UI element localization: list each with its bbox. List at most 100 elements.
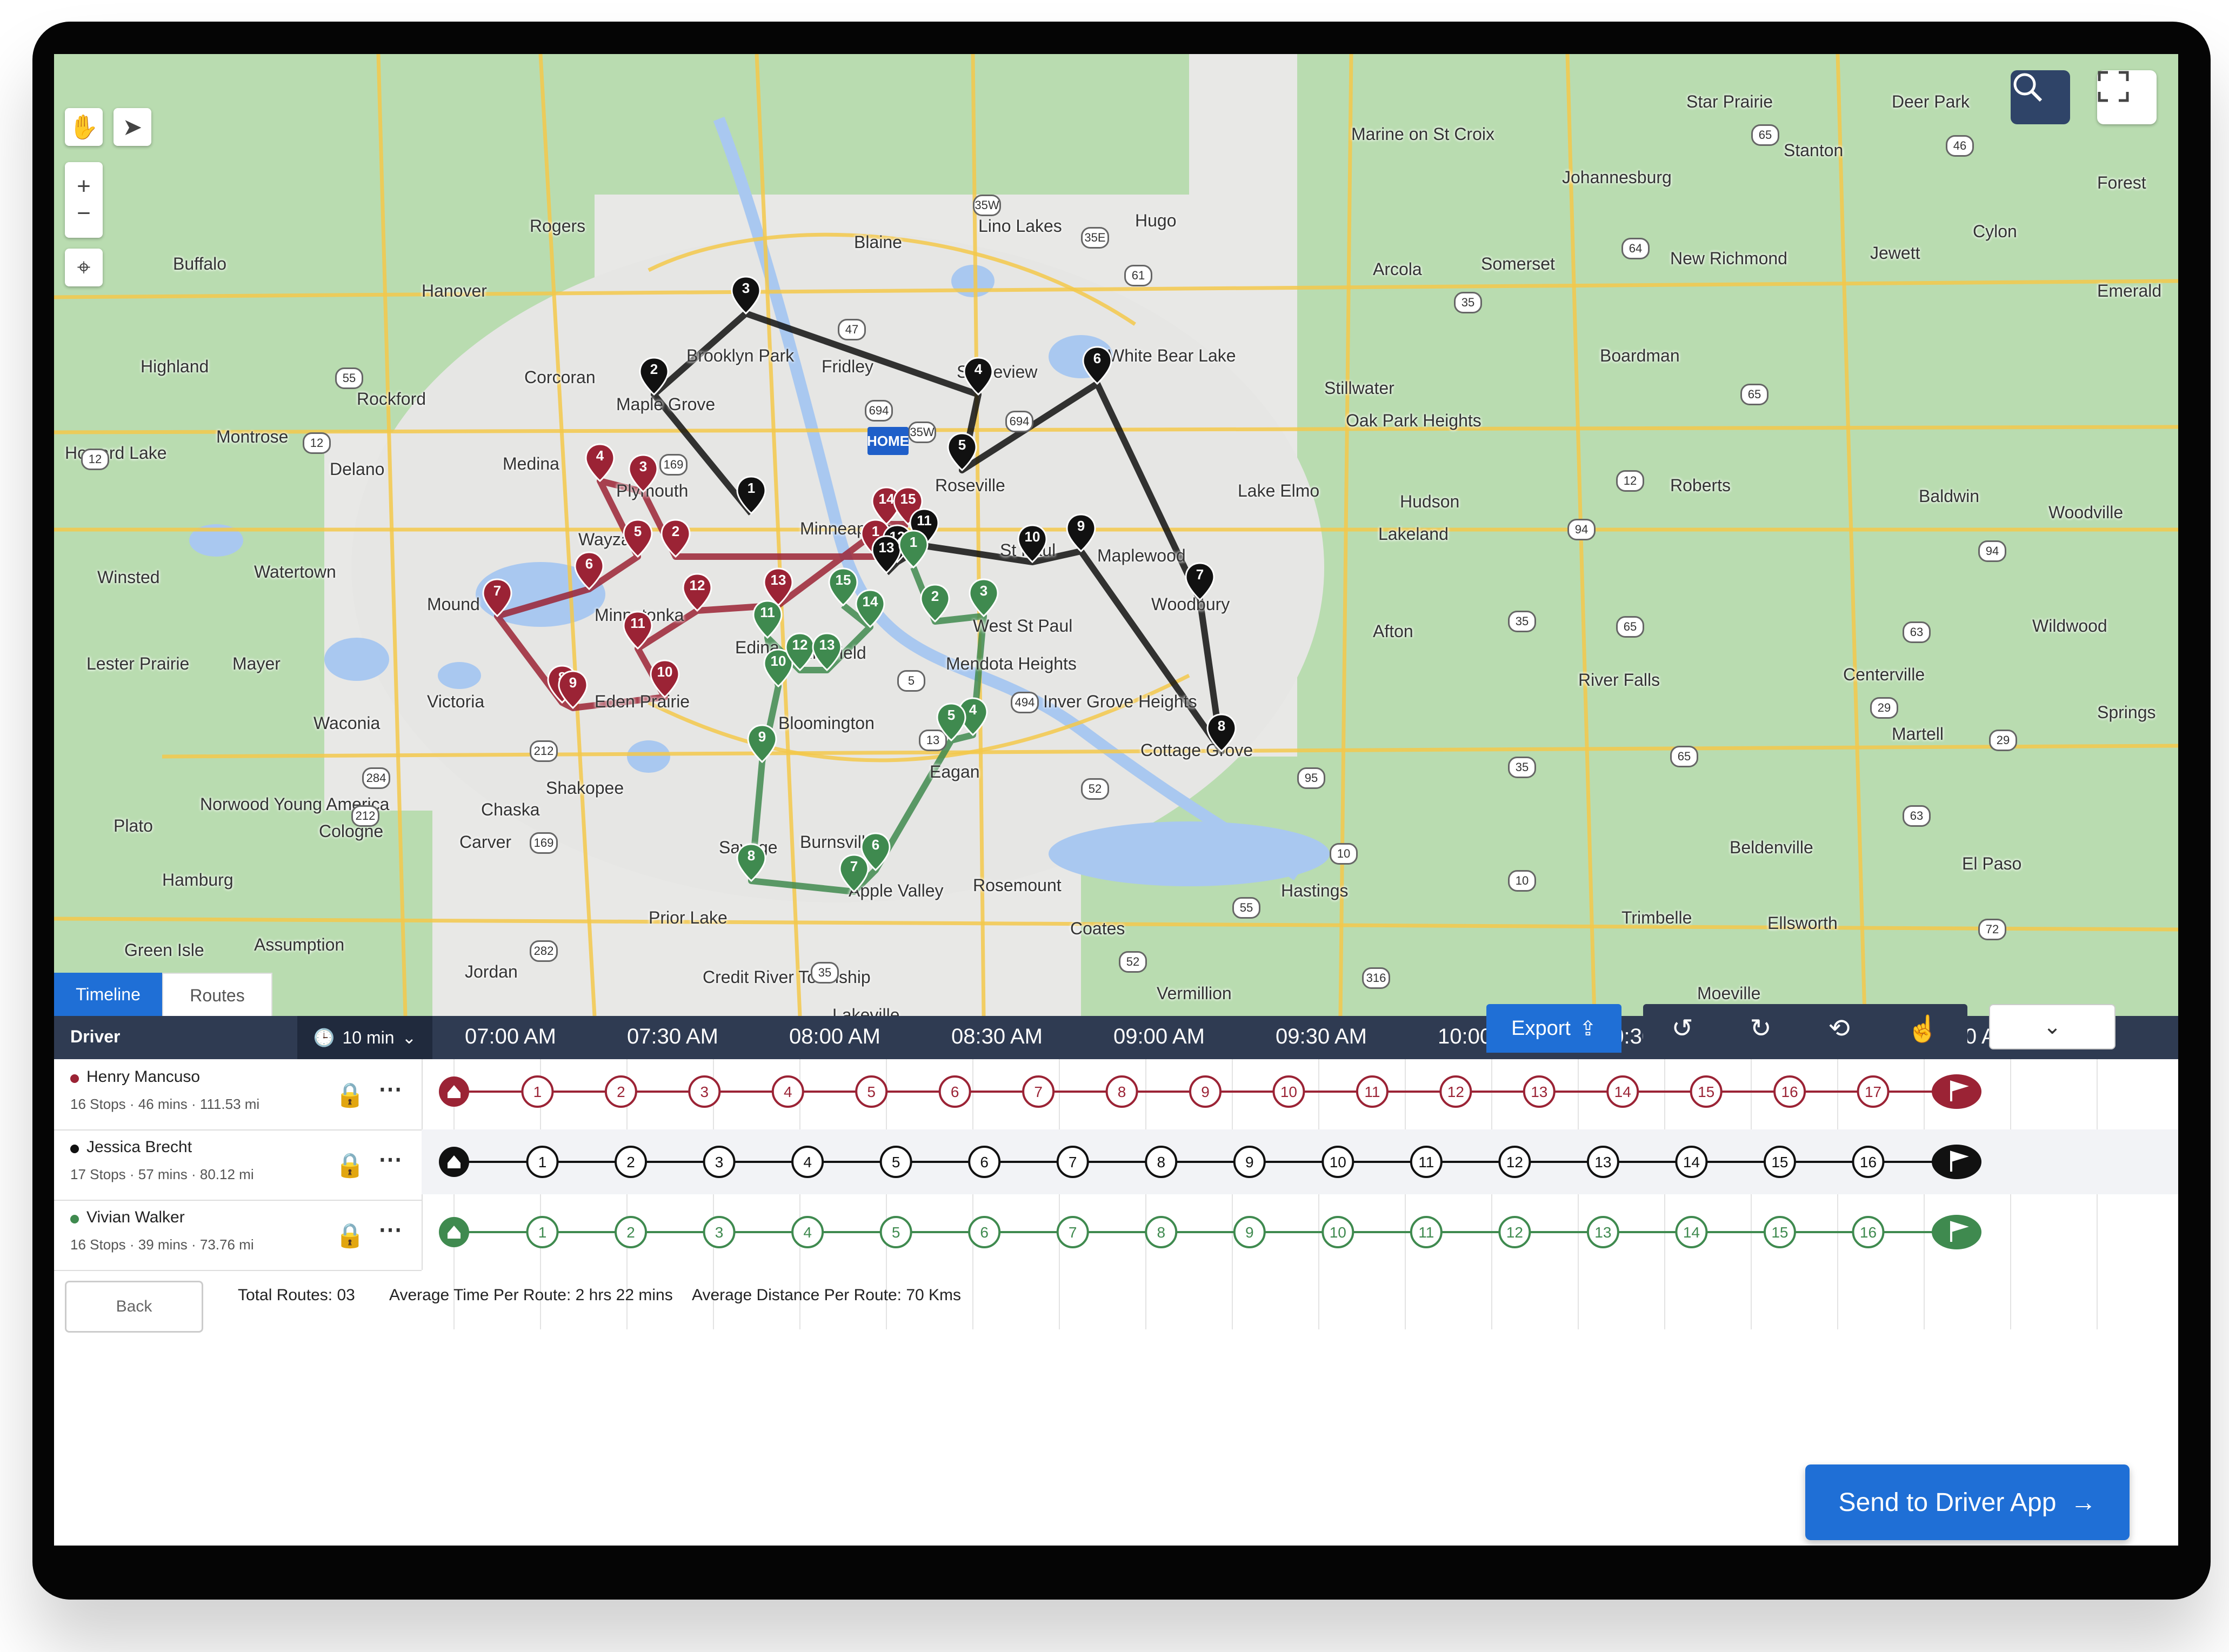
map-stop-pin[interactable]: 4	[584, 443, 616, 482]
driver-row[interactable]: Jessica Brecht 17 Stops · 57 mins · 80.12…	[54, 1129, 422, 1201]
town-label: Howard Lake	[65, 443, 167, 463]
more-options-icon[interactable]: ⋯	[378, 1216, 402, 1243]
locate-icon[interactable]: ⌖	[65, 249, 103, 286]
collapse-panel-button[interactable]: ⌄	[1989, 1004, 2115, 1049]
map-stop-pin[interactable]: 2	[638, 357, 670, 396]
town-label: Medina	[503, 454, 559, 473]
map-stop-pin[interactable]: 4	[963, 357, 994, 396]
town-label: Cylon	[1973, 222, 2017, 241]
lock-icon[interactable]: 🔒	[335, 1151, 365, 1179]
finish-flag-icon[interactable]	[1932, 1145, 1981, 1179]
finish-flag-icon[interactable]	[1932, 1074, 1981, 1109]
map-stop-pin[interactable]: 8	[1206, 713, 1237, 752]
undo-icon[interactable]: ↺	[1671, 1013, 1693, 1044]
map-stop-pin[interactable]: 1	[736, 476, 767, 514]
map-stop-pin[interactable]: 11	[622, 611, 653, 650]
touch-gesture-icon[interactable]: ☝	[1907, 1013, 1939, 1044]
map-stop-pin[interactable]: 7	[838, 854, 870, 893]
timeline-stop-number: 14	[1683, 1154, 1700, 1171]
pin-number: 10	[1024, 529, 1040, 545]
average-distance-value: 70 Kms	[906, 1286, 962, 1304]
send-to-driver-app-button[interactable]: Send to Driver App →	[1805, 1464, 2130, 1540]
town-label: Bloomington	[778, 713, 875, 733]
lock-icon[interactable]: 🔒	[335, 1081, 365, 1109]
redo-icon[interactable]: ↻	[1750, 1013, 1772, 1044]
export-button[interactable]: Export ⇪	[1486, 1004, 1621, 1053]
map-stop-pin[interactable]: 5	[946, 432, 978, 471]
history-icon[interactable]: ⟲	[1828, 1013, 1850, 1044]
map-stop-pin[interactable]: 14	[855, 589, 886, 628]
timeline-stop-number: 9	[1245, 1224, 1254, 1241]
highway-shield: 12	[81, 449, 109, 470]
back-button[interactable]: Back	[65, 1281, 203, 1333]
tab-routes[interactable]: Routes	[162, 973, 272, 1018]
town-label: Lakeville	[832, 1005, 900, 1016]
timeline-stop-number: 4	[784, 1084, 792, 1100]
town-label: Hanover	[422, 281, 487, 300]
interval-selector[interactable]: 🕒 10 min ⌄	[297, 1016, 432, 1059]
map-stop-pin[interactable]: 3	[968, 578, 999, 617]
map-stop-pin[interactable]: 10	[649, 659, 680, 698]
pan-hand-icon[interactable]: ✋	[65, 108, 103, 146]
town-label: Hastings	[1281, 881, 1349, 900]
park-area	[540, 54, 1189, 195]
more-options-icon[interactable]: ⋯	[378, 1146, 402, 1173]
fullscreen-button[interactable]	[2097, 70, 2157, 124]
timeline-stop-number: 12	[1506, 1154, 1523, 1171]
map-stop-pin[interactable]: 3	[730, 276, 762, 315]
town-label: Moeville	[1697, 984, 1761, 1003]
map-stop-pin[interactable]: 9	[746, 724, 778, 763]
map-stop-pin[interactable]: 11	[752, 600, 783, 639]
finish-flag-icon[interactable]	[1932, 1215, 1981, 1249]
zoom-in-button[interactable]: +	[77, 173, 91, 200]
map-stop-pin[interactable]: 2	[660, 519, 691, 558]
zoom-out-button[interactable]: −	[77, 200, 91, 227]
map-stop-pin[interactable]: 15	[827, 567, 859, 606]
timeline-stop-number: 3	[715, 1224, 724, 1241]
map-stop-pin[interactable]: 12	[682, 573, 713, 612]
home-marker[interactable]: HOME	[867, 427, 909, 455]
town-label: Wildwood	[2032, 616, 2107, 636]
highway-shield: 316	[1362, 967, 1390, 989]
clock-icon: 🕒	[313, 1028, 335, 1047]
map-stop-pin[interactable]: 7	[1184, 562, 1216, 601]
export-label: Export	[1511, 1016, 1571, 1040]
town-label: Mayer	[232, 654, 281, 673]
town-label: Roseville	[935, 476, 1005, 495]
town-label: Beldenville	[1730, 838, 1813, 857]
map-stop-pin[interactable]: 8	[736, 843, 767, 882]
map-stop-pin[interactable]: 9	[1065, 513, 1097, 552]
timeline-stop-number: 13	[1594, 1154, 1611, 1171]
map-stop-pin[interactable]: 6	[573, 551, 605, 590]
map-stop-pin[interactable]: 13	[811, 632, 843, 671]
send-paper-plane-icon[interactable]: ➤	[114, 108, 151, 146]
town-label: Springs	[2097, 703, 2156, 722]
driver-row[interactable]: Vivian Walker 16 Stops · 39 mins · 73.76 …	[54, 1200, 422, 1271]
map-stop-pin[interactable]: 3	[628, 454, 659, 493]
more-options-icon[interactable]: ⋯	[378, 1075, 402, 1103]
town-label: Rosemount	[973, 875, 1062, 895]
map-stop-pin[interactable]: 7	[482, 578, 513, 617]
map-stop-pin[interactable]: 2	[919, 584, 951, 623]
pin-number: 2	[671, 523, 680, 539]
pin-number: 11	[630, 615, 645, 631]
map-search-button[interactable]	[2011, 70, 2070, 124]
map-stop-pin[interactable]: 10	[1017, 524, 1048, 563]
route-map[interactable]: Buffalo Hanover Rogers Blaine Lino Lakes Hugo…	[54, 54, 2178, 1016]
pin-number: 14	[862, 593, 878, 610]
map-stop-pin[interactable]: 5	[622, 519, 653, 558]
map-stop-pin[interactable]: 5	[936, 703, 967, 741]
time-tick-label: 07:00 AM	[465, 1025, 557, 1048]
lake	[438, 662, 481, 689]
send-label: Send to Driver App	[1838, 1488, 2057, 1517]
timeline-lanes: 1 2 3 4 5 6 7 8 9 10 11 12 13 14 15 16 17 1 2 3 4 5 6 7 8 9 10 11 12…	[422, 1059, 2178, 1329]
lock-icon[interactable]: 🔒	[335, 1221, 365, 1249]
driver-row[interactable]: Henry Mancuso 16 Stops · 46 mins · 111.53…	[54, 1059, 422, 1131]
tab-timeline[interactable]: Timeline	[54, 973, 162, 1016]
map-stop-pin[interactable]: 1	[898, 530, 929, 568]
highway-shield: 65	[1751, 124, 1779, 146]
pin-number: 15	[835, 572, 851, 588]
map-stop-pin[interactable]: 6	[1082, 346, 1113, 385]
map-stop-pin[interactable]: 9	[557, 670, 589, 709]
town-label: Stanton	[1784, 141, 1844, 160]
